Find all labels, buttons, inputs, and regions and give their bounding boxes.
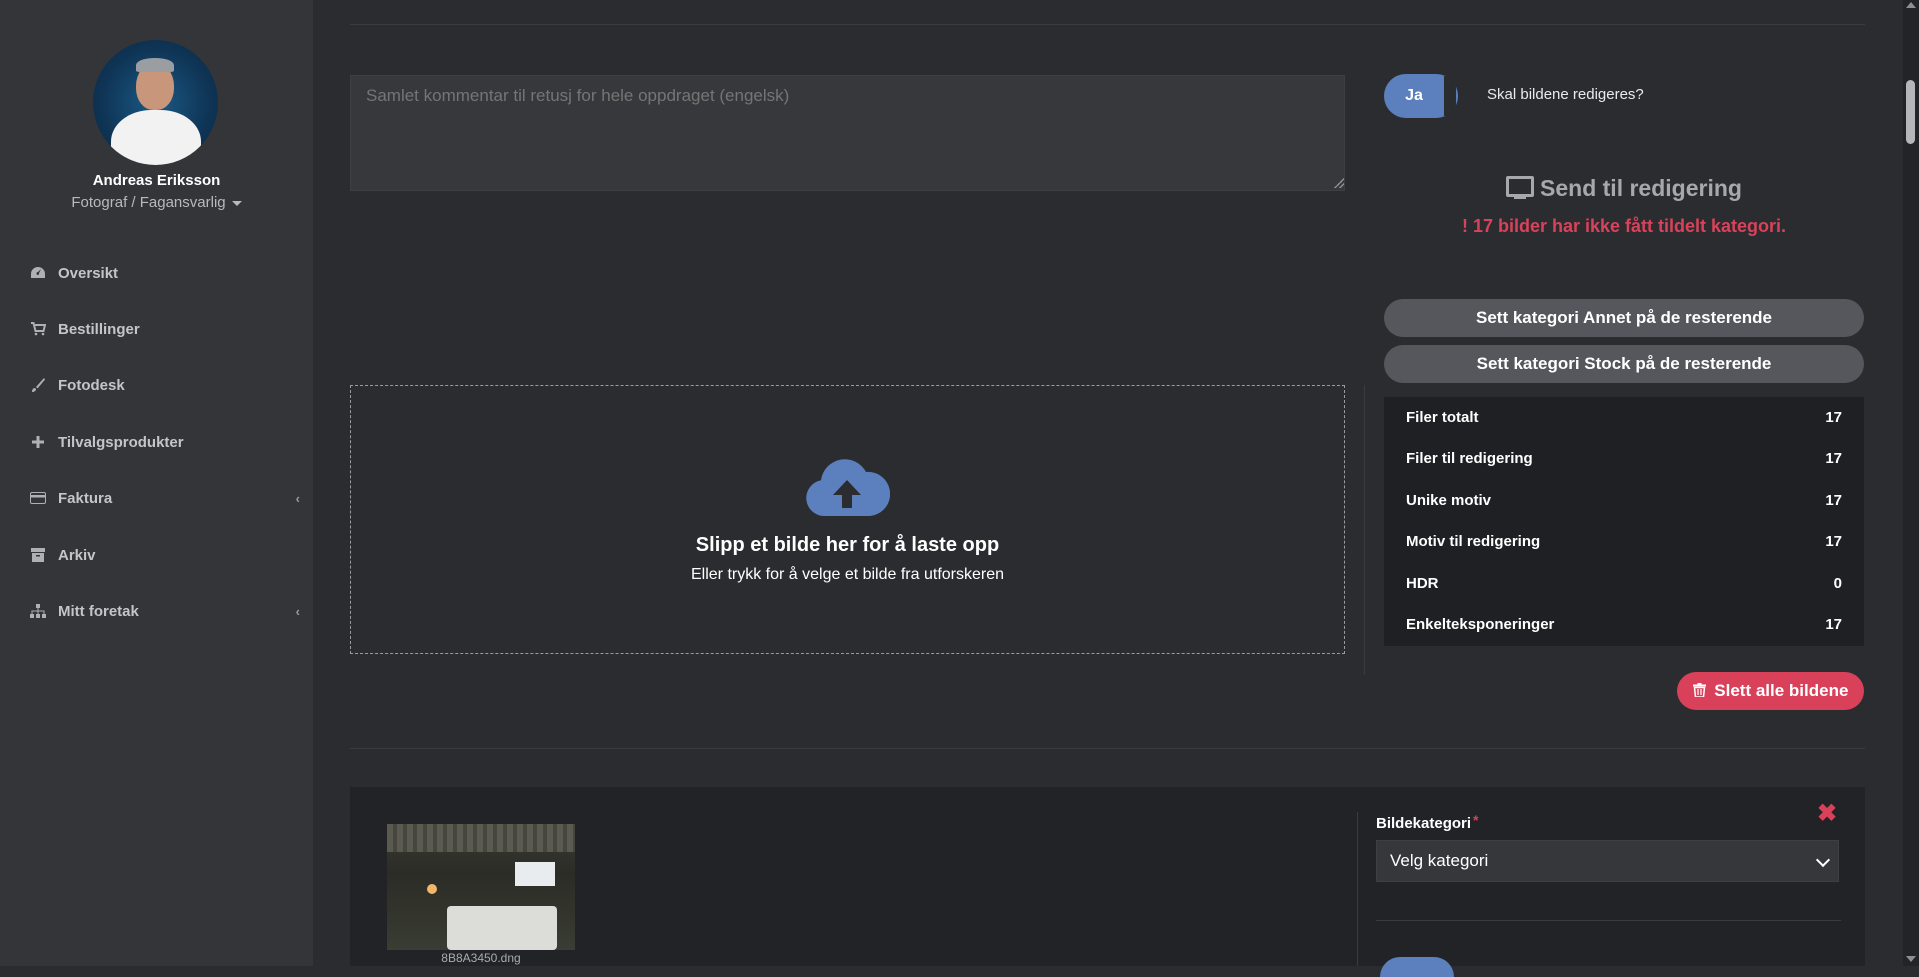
archive-icon [30, 547, 46, 563]
image-edit-toggle[interactable] [1380, 957, 1454, 977]
stat-value: 17 [1825, 533, 1842, 550]
toggle-label: Ja [1405, 87, 1423, 104]
category-warning: ! 17 bilder har ikke fått tildelt katego… [1461, 216, 1787, 236]
stat-row: Filer totalt 17 [1406, 409, 1842, 429]
user-name: Andreas Eriksson [92, 172, 221, 189]
stat-label: HDR [1406, 575, 1439, 592]
set-category-other-button[interactable]: Sett kategori Annet på de resterende [1384, 299, 1864, 337]
remove-image-icon[interactable]: ✖ [1817, 799, 1837, 828]
sidebar-item-label: Oversikt [58, 264, 119, 282]
required-mark: * [1473, 812, 1479, 828]
stat-label: Unike motiv [1406, 492, 1492, 509]
stats-table: Filer totalt 17 Filer til redigering 17 Un… [1384, 397, 1864, 646]
sidebar-item-label: Mitt foretak [58, 602, 139, 620]
delete-all-button[interactable]: Slett alle bildene [1677, 672, 1864, 710]
scrollbar-thumb[interactable] [1906, 80, 1915, 144]
resize-handle[interactable] [1334, 178, 1344, 188]
toggle-knob [1444, 76, 1456, 116]
image-item-card: 8B8A3450.dng ✖ Bildekategori * Velg kateg… [350, 787, 1865, 977]
divider [1364, 385, 1365, 675]
stat-label: Filer til redigering [1406, 450, 1533, 467]
delete-all-label: Slett alle bildene [1714, 681, 1849, 700]
stat-value: 17 [1825, 409, 1842, 426]
divider [350, 24, 1865, 25]
divider [1357, 812, 1358, 966]
scroll-up-arrow[interactable] [1906, 2, 1916, 8]
sidebar-item-bestillinger[interactable]: Bestillinger [30, 314, 300, 344]
stat-value: 17 [1825, 616, 1842, 633]
image-filename: 8B8A3450.dng [441, 951, 521, 965]
stat-value: 17 [1825, 492, 1842, 509]
sidebar: Andreas Eriksson Fotograf / Fagansvarlig… [0, 0, 313, 966]
stat-label: Filer totalt [1406, 409, 1479, 426]
stat-label: Motiv til redigering [1406, 533, 1541, 550]
sidebar-item-tilvalgsprodukter[interactable]: Tilvalgsprodukter [30, 427, 300, 457]
sidebar-item-mitt-foretak[interactable]: Mitt foretak ‹ [30, 596, 300, 626]
category-label: Bildekategori * [1376, 812, 1478, 832]
image-thumbnail[interactable] [387, 824, 575, 950]
stat-label: Enkelteksponeringer [1406, 616, 1555, 633]
send-to-editing-title: Send til redigering [1384, 175, 1864, 202]
caret-down-icon [231, 200, 242, 206]
stat-row: Filer til redigering 17 [1406, 450, 1842, 470]
set-category-stock-button[interactable]: Sett kategori Stock på de resterende [1384, 345, 1864, 383]
sidebar-item-label: Arkiv [58, 546, 96, 564]
stat-row: Unike motiv 17 [1406, 492, 1842, 512]
cloud-upload-icon [806, 459, 890, 516]
plus-icon [30, 434, 46, 450]
category-select[interactable]: Velg kategori [1376, 840, 1839, 882]
edit-toggle[interactable]: Ja [1384, 74, 1458, 118]
scroll-down-arrow[interactable] [1906, 956, 1916, 962]
upload-dropzone[interactable]: Slipp et bilde her for å laste opp Eller… [350, 385, 1345, 654]
sidebar-item-faktura[interactable]: Faktura ‹ [30, 483, 300, 513]
stat-value: 0 [1833, 575, 1842, 592]
sitemap-icon [30, 603, 46, 619]
retouch-comment-textarea[interactable] [350, 75, 1345, 191]
credit-card-icon [30, 490, 46, 506]
chevron-down-icon [1815, 852, 1831, 868]
chevron-left-icon: ‹ [295, 490, 300, 506]
dropzone-subtitle: Eller trykk for å velge et bilde fra utf… [690, 566, 1005, 583]
stat-value: 17 [1825, 450, 1842, 467]
dropzone-title: Slipp et bilde her for å laste opp [695, 534, 1000, 556]
dashboard-icon [30, 265, 46, 281]
stat-row: HDR 0 [1406, 575, 1842, 595]
category-label-text: Bildekategori [1376, 815, 1472, 832]
sidebar-item-label: Faktura [58, 489, 113, 507]
scrollbar-track[interactable] [1903, 0, 1919, 966]
sidebar-item-label: Bestillinger [58, 320, 140, 338]
avatar[interactable] [93, 40, 218, 165]
brush-icon [30, 377, 46, 393]
divider [1376, 920, 1841, 921]
sidebar-item-label: Tilvalgsprodukter [58, 433, 184, 451]
chevron-left-icon: ‹ [295, 603, 300, 619]
user-role-dropdown[interactable]: Fotograf / Fagansvarlig [0, 194, 313, 211]
stat-row: Enkelteksponeringer 17 [1406, 616, 1842, 636]
stat-row: Motiv til redigering 17 [1406, 533, 1842, 553]
desktop-icon [1506, 176, 1535, 199]
trash-icon [1692, 681, 1715, 700]
sidebar-item-fotodesk[interactable]: Fotodesk [30, 370, 300, 400]
sidebar-item-oversikt[interactable]: Oversikt [30, 258, 300, 288]
user-role-label: Fotograf / Fagansvarlig [71, 194, 226, 211]
sidebar-item-label: Fotodesk [58, 376, 125, 394]
sidebar-item-arkiv[interactable]: Arkiv [30, 540, 300, 570]
send-title-text: Send til redigering [1540, 175, 1742, 201]
cart-icon [30, 321, 46, 337]
category-select-value: Velg kategori [1390, 851, 1489, 870]
divider [350, 748, 1865, 749]
edit-question: Skal bildene redigeres? [1487, 86, 1644, 103]
